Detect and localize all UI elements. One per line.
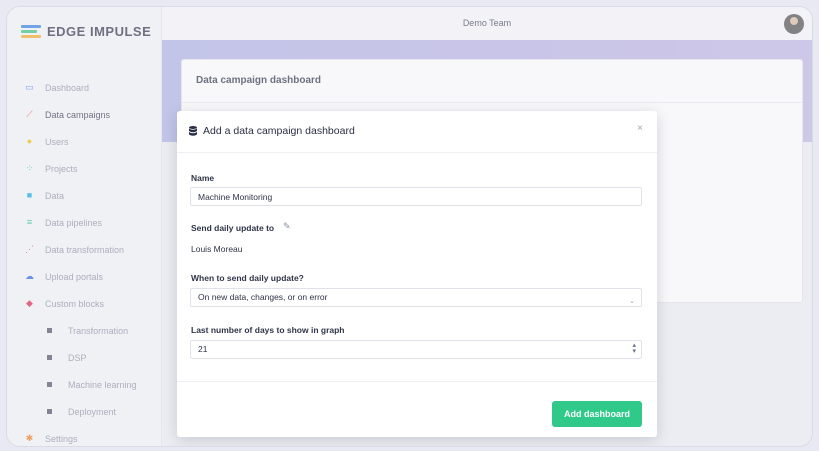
- stepper-arrows-icon[interactable]: ▴ ▾: [632, 342, 636, 355]
- when-select[interactable]: On new data, changes, or on error ⌄: [190, 288, 642, 307]
- send-to-value: Louis Moreau: [191, 244, 243, 254]
- modal-header: Add a data campaign dashboard ×: [177, 111, 657, 153]
- add-dashboard-button[interactable]: Add dashboard: [552, 401, 642, 427]
- pencil-icon[interactable]: ✎: [283, 221, 291, 232]
- when-label: When to send daily update?: [191, 273, 304, 283]
- name-label: Name: [191, 173, 215, 183]
- send-to-label: Send daily update to: [191, 223, 275, 233]
- app-window: EDGE IMPULSE ▭ Dashboard ⟋ Data campaigns ● U…: [6, 6, 813, 447]
- when-select-value: On new data, changes, or on error: [198, 292, 328, 302]
- chevron-down-icon: ⌄: [629, 298, 635, 305]
- close-icon[interactable]: ×: [637, 123, 643, 134]
- database-icon: [189, 126, 197, 136]
- days-value: 21: [198, 344, 208, 354]
- modal-footer: [177, 381, 657, 382]
- days-stepper[interactable]: 21 ▴ ▾: [190, 340, 642, 359]
- name-input[interactable]: [190, 187, 642, 206]
- modal-title: Add a data campaign dashboard: [203, 125, 355, 137]
- add-dashboard-modal: Add a data campaign dashboard × Name Sen…: [177, 111, 657, 437]
- days-label: Last number of days to show in graph: [191, 325, 345, 335]
